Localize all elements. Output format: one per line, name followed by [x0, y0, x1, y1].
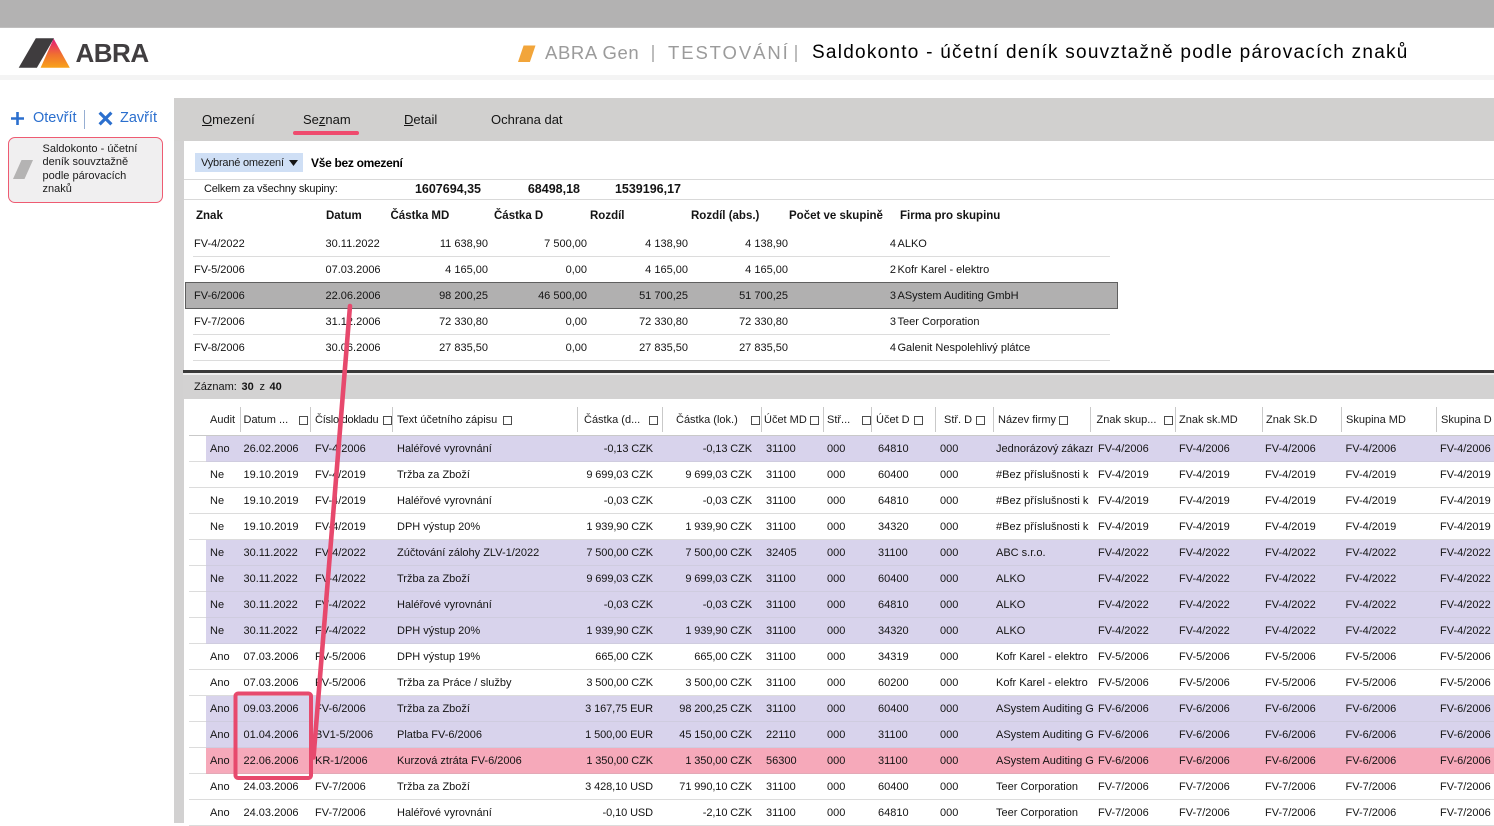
svg-text:ABRA: ABRA [76, 38, 150, 68]
